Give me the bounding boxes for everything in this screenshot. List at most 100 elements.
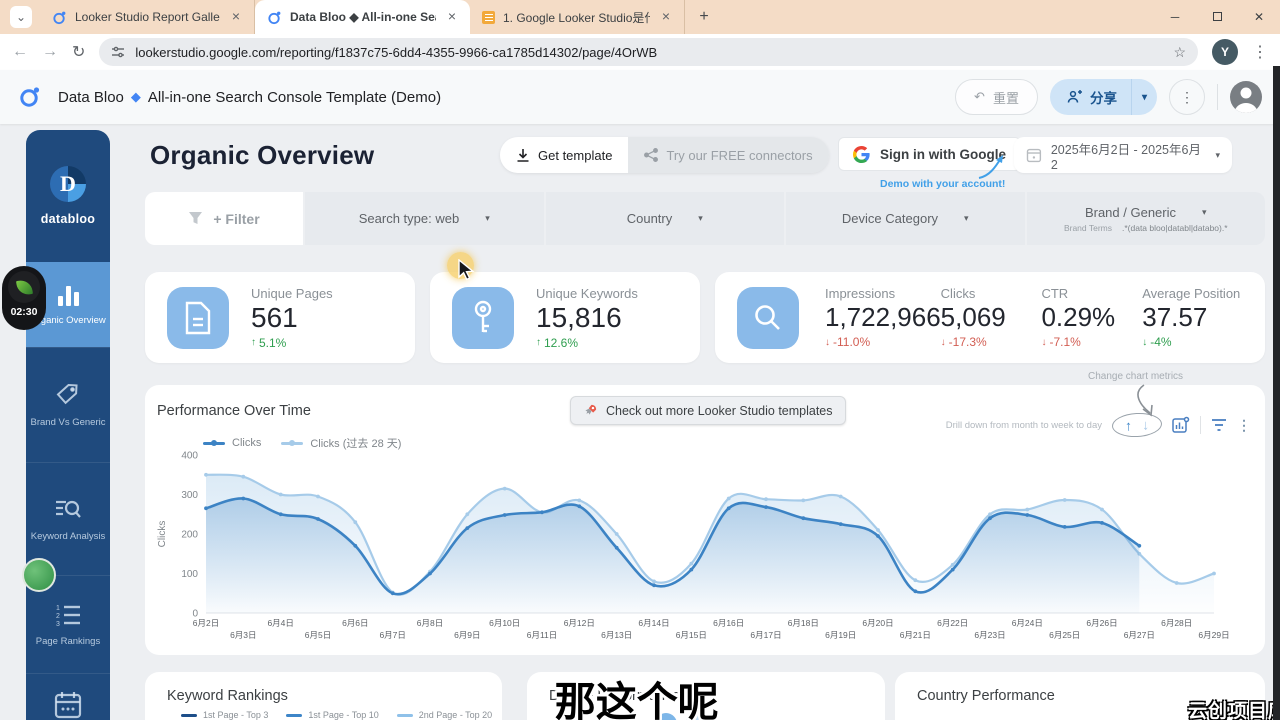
forward-icon[interactable]: → [42,43,58,61]
timer-value: 02:30 [10,306,38,318]
chevron-down-icon: ⌄ [15,10,27,24]
reset-label: 重置 [992,90,1019,106]
svg-text:6月4日: 6月4日 [267,618,293,628]
add-filter-button[interactable]: + Filter [145,192,303,245]
browser-tab-2-active[interactable]: Data Bloo ◆ All-in-one Sear × [255,0,470,34]
svg-text:6月16日: 6月16日 [713,618,744,628]
download-icon [517,148,529,162]
svg-text:100: 100 [181,569,198,580]
sidebar-item-brand-vs-generic[interactable]: Brand Vs Generic [26,347,110,462]
brand-terms-value: .*(data bloo|databl|databo).* [1121,222,1228,233]
chart-kebab-icon[interactable]: ⋮ [1237,417,1251,434]
svg-text:6月6日: 6月6日 [342,618,368,628]
metric-label: Impressions [825,286,896,301]
down-arrow-icon: ↓ [1041,336,1047,348]
browser-profile-avatar[interactable]: Y [1212,39,1238,65]
window-controls: ─ ✕ [1154,0,1280,34]
window-minimize-button[interactable]: ─ [1154,10,1196,24]
chart-filter-icon[interactable] [1211,418,1227,432]
sidebar-item-calendar[interactable] [26,673,110,720]
calendar-icon [1026,148,1042,163]
brand-name: Data Bloo [58,88,124,106]
filter-brand-generic[interactable]: Brand / Generic ▾ Brand Terms .*(data bl… [1026,192,1265,245]
metric-value: 37.57 [1142,302,1208,332]
svg-text:200: 200 [181,530,198,541]
share-dropdown-caret[interactable]: ▾ [1130,79,1157,115]
window-close-button[interactable]: ✕ [1238,10,1280,24]
window-maximize-button[interactable] [1196,10,1238,24]
svg-text:400: 400 [181,451,198,462]
tab-search-button[interactable]: ⌄ [10,6,32,28]
sidebar: D databloo Organic Overview Brand Vs Gen… [26,130,110,720]
tab-title: 1. Google Looker Studio是什 [503,10,650,25]
recording-timer-badge[interactable]: 02:30 [2,266,46,330]
back-icon[interactable]: ← [12,43,28,61]
kpi-delta: ↑ 5.1% [251,335,287,350]
page-title: Organic Overview [150,140,375,170]
date-range-picker[interactable]: 2025年6月2日 - 2025年6月2 ▾ [1014,137,1232,173]
url-field[interactable]: lookerstudio.google.com/reporting/f1837c… [99,38,1198,66]
svg-text:6月8日: 6月8日 [417,618,443,628]
performance-chart[interactable]: 0100200300400Clicks6月2日6月3日6月4日6月5日6月6日6… [151,440,1256,645]
brand-terms-label: Brand Terms [1063,222,1112,233]
kpi-card-unique-keywords: Unique Keywords 15,816 ↑ 12.6% [430,272,700,363]
extension-floating-icon[interactable] [22,558,56,592]
page-scrollbar[interactable] [1273,66,1280,720]
metric-ctr: CTR 0.29% ↓ -7.1% [1041,286,1142,349]
video-subtitle: 那这个呢 [554,679,719,720]
filter-bar: + Filter Search type: web ▾ Country ▾ De… [145,192,1265,245]
svg-text:6月13日: 6月13日 [601,630,632,640]
kpi-value: 15,816 [536,301,622,333]
looker-studio-favicon [268,11,281,24]
tab-close-icon[interactable]: × [444,9,460,25]
filter-country[interactable]: Country ▾ [545,192,784,245]
chart-title: Performance Over Time [157,403,311,419]
browser-tab-1[interactable]: Looker Studio Report Gallery × [40,0,255,34]
svg-text:6月2日: 6月2日 [193,618,219,628]
filter-label: Search type: web [358,211,460,226]
filter-device-category[interactable]: Device Category ▾ [786,192,1025,245]
tag-icon [56,383,78,405]
share-button[interactable]: 分享 ▾ [1049,79,1157,115]
key-icon [452,286,514,349]
site-settings-icon[interactable] [111,45,125,59]
reload-icon[interactable]: ↻ [72,42,85,62]
up-arrow-icon: ↑ [536,337,541,348]
panel-title: Keyword Rankings [167,688,288,704]
svg-text:6月5日: 6月5日 [305,630,331,640]
sidebar-item-label: Page Rankings [35,635,101,647]
get-template-label: Get template [538,147,613,163]
drill-down-note: Drill down from month to week to day [945,419,1102,431]
account-avatar[interactable] [1230,81,1262,113]
svg-text:6月20日: 6月20日 [862,618,893,628]
header-kebab-menu[interactable]: ⋮ [1169,79,1205,115]
watermark: 云创项目库 [1187,701,1280,720]
chart-metrics-icon[interactable] [1172,416,1190,434]
legend-marker [396,713,413,717]
metric-value: 0.29% [1041,302,1116,332]
metric-average-position: Average Position 37.57 ↓ -4% [1142,286,1243,349]
browser-menu-kebab-icon[interactable]: ⋮ [1252,42,1268,62]
more-templates-button[interactable]: Check out more Looker Studio templates [570,396,846,425]
new-tab-button[interactable]: + [691,4,717,30]
chart-controls: Drill down from month to week to day ↑ ↓… [945,411,1251,439]
controls-divider [1200,416,1201,434]
tab-close-icon[interactable]: × [658,9,674,25]
tab-close-icon[interactable]: × [228,9,244,25]
free-connectors-button[interactable]: Try our FREE connectors [628,137,829,173]
get-template-button[interactable]: Get template [500,137,629,173]
share-nodes-icon [644,148,659,162]
down-arrow-icon: ↓ [1142,336,1148,348]
svg-text:6月26日: 6月26日 [1086,618,1117,628]
sidebar-logo: D databloo [26,130,110,262]
svg-text:1: 1 [56,605,60,612]
metric-value: 1,722,966 [825,302,941,332]
funnel-icon [189,212,203,224]
filter-search-type[interactable]: Search type: web ▾ [305,192,544,245]
filter-label: Brand / Generic [1084,204,1176,220]
svg-text:6月28日: 6月28日 [1161,618,1192,628]
svg-text:6月7日: 6月7日 [379,630,405,640]
browser-tab-3[interactable]: 1. Google Looker Studio是什 × [470,0,685,34]
reset-button[interactable]: ↶ 重置 [955,79,1038,115]
bookmark-star-icon[interactable]: ☆ [1173,44,1186,61]
